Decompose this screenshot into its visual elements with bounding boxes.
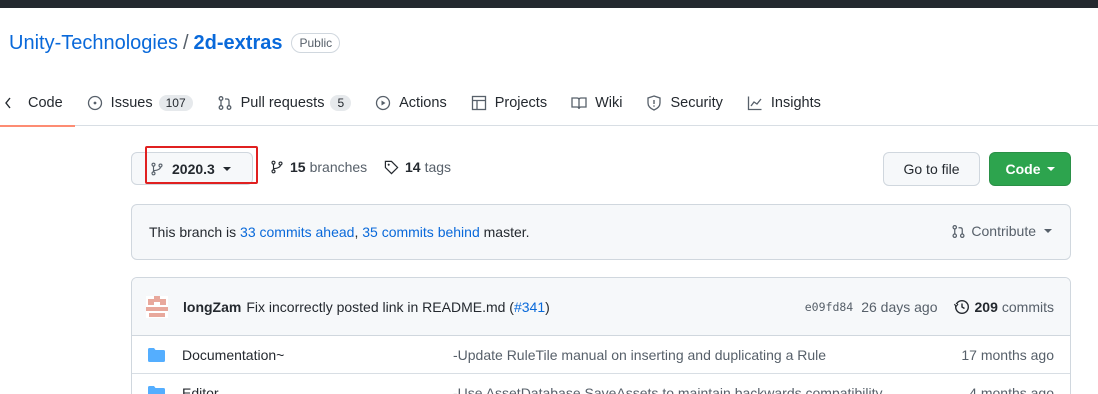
commit-meta: e09fd84 26 days ago 209 commits <box>805 278 1054 336</box>
code-icon <box>4 95 20 111</box>
table-icon <box>471 95 487 111</box>
tab-label: Pull requests <box>240 94 325 111</box>
chevron-down-icon <box>1044 229 1052 233</box>
shield-icon <box>646 94 662 111</box>
tab-pull-requests[interactable]: Pull requests 5 <box>205 80 364 126</box>
repo-nav-tabs: Code Issues 107 Pull requests 5 Actions … <box>0 80 1098 127</box>
tab-label: Actions <box>399 94 447 111</box>
commit-message[interactable]: Fix incorrectly posted link in README.md… <box>246 299 549 315</box>
graph-icon <box>747 95 763 111</box>
list-item[interactable]: Documentation~ -Update RuleTile manual o… <box>132 336 1070 374</box>
repo-header: Unity-Technologies / 2d-extras Public <box>9 30 341 56</box>
commits-behind-link[interactable]: 35 commits behind <box>362 224 480 240</box>
tab-actions[interactable]: Actions <box>363 80 459 126</box>
tab-security[interactable]: Security <box>634 80 734 126</box>
branches-count: 15 <box>290 159 306 175</box>
tab-code[interactable]: Code <box>0 80 75 127</box>
tab-projects[interactable]: Projects <box>459 80 559 126</box>
tags-label: tags <box>424 159 452 175</box>
file-name-link[interactable]: Documentation~ <box>182 347 284 363</box>
tab-insights[interactable]: Insights <box>735 80 833 126</box>
branch-compare-box: This branch is 33 commits ahead, 35 comm… <box>131 204 1071 260</box>
commit-count-label: commits <box>1001 299 1054 315</box>
folder-icon <box>148 386 165 394</box>
commit-author-link[interactable]: longZam <box>183 299 241 315</box>
commits-ahead-link[interactable]: 33 commits ahead <box>240 224 354 240</box>
file-commit-age: 17 months ago <box>961 346 1054 363</box>
branch-selector-button[interactable]: 2020.3 <box>131 152 253 185</box>
git-branch-icon <box>150 162 164 176</box>
file-name-link[interactable]: Editor <box>182 385 219 394</box>
tab-label: Security <box>670 94 723 111</box>
issue-icon <box>87 95 103 111</box>
tab-issues[interactable]: Issues 107 <box>75 80 205 126</box>
tags-link[interactable]: 14 tags <box>384 159 451 175</box>
tab-label: Issues <box>110 94 153 111</box>
commit-message-end: ) <box>545 298 550 315</box>
tab-label: Code <box>28 94 63 111</box>
history-icon <box>953 299 970 315</box>
branches-link[interactable]: 15 branches <box>270 159 367 175</box>
commit-message-text: Fix incorrectly posted link in README.md… <box>246 298 514 315</box>
commit-pr-link[interactable]: #341 <box>514 299 545 315</box>
chevron-down-icon <box>1046 167 1055 171</box>
list-item[interactable]: Editor -Use AssetDatabase.SaveAssets to … <box>132 374 1070 394</box>
play-icon <box>375 95 391 111</box>
repo-name-link[interactable]: 2d-extras <box>194 32 283 55</box>
git-branch-icon <box>270 160 284 174</box>
commit-sha-link[interactable]: e09fd84 <box>805 300 853 314</box>
file-commit-message[interactable]: -Use AssetDatabase.SaveAssets to maintai… <box>453 385 883 394</box>
pull-request-icon <box>217 95 233 111</box>
pull-request-icon <box>951 224 966 239</box>
pull-requests-count-badge: 5 <box>330 94 352 111</box>
chevron-down-icon <box>222 166 231 171</box>
go-to-file-button[interactable]: Go to file <box>883 152 980 186</box>
tab-label: Wiki <box>595 94 623 111</box>
compare-suffix: master. <box>483 224 530 240</box>
file-commit-age: 4 months ago <box>969 384 1054 394</box>
latest-commit-row: longZam Fix incorrectly posted link in R… <box>132 278 1070 336</box>
top-header-bar <box>0 0 1098 8</box>
code-button-label: Code <box>1005 161 1041 177</box>
tag-icon <box>384 160 399 175</box>
visibility-badge: Public <box>291 33 341 53</box>
tab-label: Projects <box>494 94 548 111</box>
folder-icon <box>148 348 165 362</box>
book-icon <box>571 95 587 111</box>
code-dropdown-button[interactable]: Code <box>989 152 1071 186</box>
tags-count: 14 <box>405 159 421 175</box>
file-browser: longZam Fix incorrectly posted link in R… <box>131 277 1071 394</box>
avatar[interactable] <box>146 295 168 318</box>
repo-path-separator: / <box>182 31 189 54</box>
branch-name: 2020.3 <box>172 160 215 177</box>
tab-wiki[interactable]: Wiki <box>559 80 634 126</box>
repo-owner-link[interactable]: Unity-Technologies <box>9 32 178 55</box>
commit-count: 209 <box>974 299 998 315</box>
compare-comma: , <box>354 224 359 240</box>
contribute-label: Contribute <box>971 223 1036 239</box>
issues-count-badge: 107 <box>158 94 193 111</box>
commit-age: 26 days ago <box>861 299 938 315</box>
branches-label: branches <box>309 159 368 175</box>
tab-label: Insights <box>770 94 821 111</box>
compare-prefix: This branch is <box>149 224 237 240</box>
commit-history-link[interactable]: 209 commits <box>953 299 1054 315</box>
file-commit-message[interactable]: -Update RuleTile manual on inserting and… <box>453 347 826 363</box>
contribute-dropdown[interactable]: Contribute <box>951 223 1052 239</box>
